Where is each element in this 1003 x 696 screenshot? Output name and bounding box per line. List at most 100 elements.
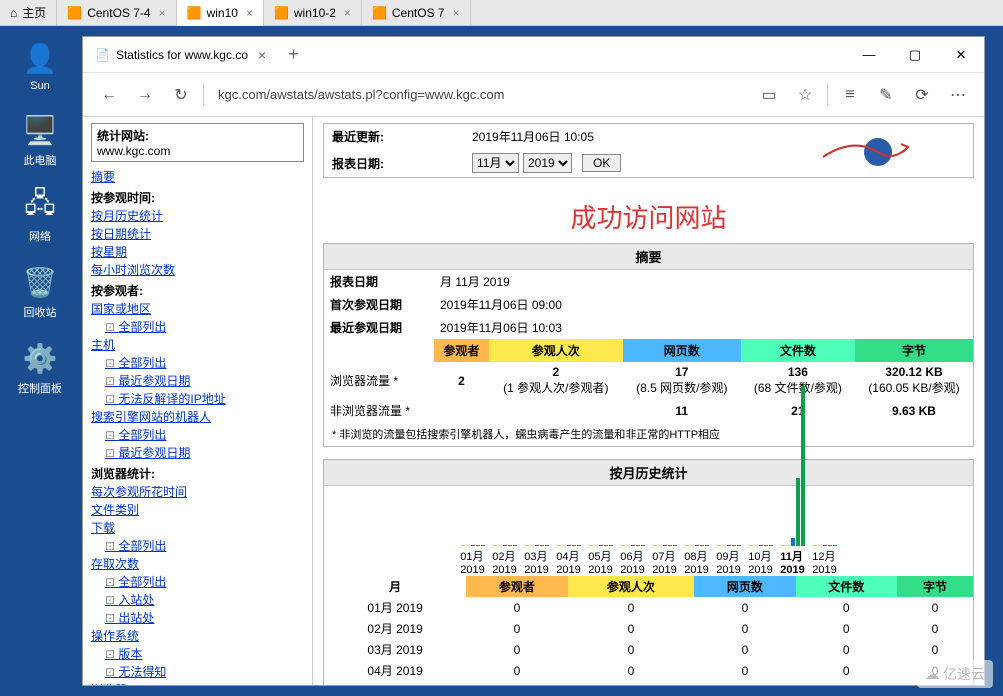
vm-tab-label: 主页 (22, 4, 46, 21)
nav-sublink[interactable]: 无法得知 (105, 663, 304, 680)
desktop-icon-user[interactable]: 👤Sun (10, 40, 70, 92)
url-bar[interactable] (218, 81, 741, 109)
nav-link[interactable]: 每次参观所花时间 (91, 483, 304, 500)
nav-link[interactable]: 国家或地区 (91, 300, 304, 317)
last-update-label: 最近更新: (332, 128, 472, 145)
table-row: 04月 201900000 (324, 660, 973, 681)
nav-link[interactable]: 按星期 (91, 243, 304, 260)
table-row: 02月 201900000 (324, 618, 973, 639)
month-label: 12月2019 (812, 548, 836, 576)
info-value: 2019年11月06日 10:03 (434, 316, 973, 339)
nav-sublink[interactable]: 全部列出 (105, 318, 304, 335)
close-icon[interactable]: × (159, 6, 166, 20)
nav-link[interactable]: 摘要 (91, 168, 304, 185)
desktop-icon-recycle[interactable]: 🗑️回收站 (10, 264, 70, 320)
nav-header: 按参观者: (91, 282, 304, 299)
nav-link[interactable]: 文件类别 (91, 501, 304, 518)
vm-tab[interactable]: 🟧win10-2× (264, 0, 362, 26)
nav-sublink[interactable]: 出站处 (105, 609, 304, 626)
nav-sublink[interactable]: 全部列出 (105, 354, 304, 371)
desktop-icon-pc[interactable]: 🖥️此电脑 (10, 112, 70, 168)
share-icon[interactable]: ⟳ (904, 77, 940, 113)
page-icon: 📄 (95, 48, 110, 62)
vm-tab[interactable]: 🟧 CentOS 7 × (362, 0, 471, 26)
close-button[interactable]: ✕ (938, 37, 984, 73)
vm-tab[interactable]: 🟧CentOS 7-4× (57, 0, 176, 26)
non-browser-traffic-label: 非浏览器流量 * (324, 399, 434, 422)
nav-header: 按参观时间: (91, 189, 304, 206)
close-icon[interactable]: × (453, 6, 460, 20)
table-row: 01月 201900000 (324, 597, 973, 618)
site-url: www.kgc.com (97, 144, 298, 158)
vm-tab-icon: 🟧 (187, 6, 202, 20)
nav-link[interactable]: 下载 (91, 519, 304, 536)
nav-sublink[interactable]: 无法反解译的IP地址 (105, 390, 304, 407)
nav-sublink[interactable]: 最近参观日期 (105, 444, 304, 461)
close-icon[interactable]: × (246, 6, 253, 20)
desktop-icon-network[interactable]: 🖧网络 (10, 188, 70, 244)
header-files: 文件数 (741, 339, 855, 362)
desktop-icon-label: 控制面板 (18, 380, 62, 396)
header-visits: 参观人次 (489, 339, 623, 362)
table-row: 03月 201900000 (324, 639, 973, 660)
nav-sublink[interactable]: 全部列出 (105, 573, 304, 590)
more-icon[interactable]: ⋯ (940, 77, 976, 113)
nav-link[interactable]: 存取次数 (91, 555, 304, 572)
nav-sublink[interactable]: 版本 (105, 645, 304, 662)
awstats-sidebar: 统计网站: www.kgc.com 摘要按参观时间:按月历史统计按日期统计按星期… (83, 117, 313, 685)
month-label: 07月2019 (652, 548, 676, 576)
vm-tab-icon: ⌂ (10, 6, 17, 20)
refresh-button[interactable]: ↻ (163, 77, 199, 113)
vm-tab-label: CentOS 7 (392, 6, 445, 20)
vm-tab-icon: 🟧 (372, 6, 387, 20)
new-tab-button[interactable]: + (278, 44, 309, 65)
nav-link[interactable]: 按日期统计 (91, 225, 304, 242)
notes-icon[interactable]: ✎ (868, 77, 904, 113)
info-value: 2019年11月06日 09:00 (434, 293, 973, 316)
reading-icon[interactable]: ▭ (751, 77, 787, 113)
forward-button[interactable]: → (127, 77, 163, 113)
back-button[interactable]: ← (91, 77, 127, 113)
tab-close-icon[interactable]: × (258, 47, 266, 63)
favorite-icon[interactable]: ☆ (787, 77, 823, 113)
nav-link[interactable]: 浏览器 (91, 681, 304, 685)
month-select[interactable]: 11月 (472, 153, 519, 173)
close-icon[interactable]: × (344, 6, 351, 20)
tab-title: Statistics for www.kgc.co (116, 48, 248, 62)
awstats-logo (813, 132, 913, 177)
nav-link[interactable]: 主机 (91, 336, 304, 353)
nav-header: 浏览器统计: (91, 465, 304, 482)
minimize-button[interactable]: — (846, 37, 892, 73)
nav-sublink[interactable]: 最近参观日期 (105, 372, 304, 389)
table-row: 05月 201900000 (324, 681, 973, 685)
info-label: 报表日期 (324, 270, 434, 293)
vm-tab-label: win10-2 (294, 6, 336, 20)
nav-link[interactable]: 按月历史统计 (91, 207, 304, 224)
vm-tab[interactable]: ⌂ 主页 (0, 0, 57, 26)
nav-sublink[interactable]: 全部列出 (105, 537, 304, 554)
nav-link[interactable]: 操作系统 (91, 627, 304, 644)
year-select[interactable]: 2019 (523, 153, 572, 173)
browser-toolbar: ← → ↻ ▭ ☆ ≡ ✎ ⟳ ⋯ (83, 73, 984, 117)
success-message: 成功访问网站 (323, 190, 974, 243)
month-label: 11月2019 (780, 548, 804, 576)
site-box: 统计网站: www.kgc.com (91, 123, 304, 162)
nav-sublink[interactable]: 全部列出 (105, 426, 304, 443)
vm-tab[interactable]: 🟧win10× (177, 0, 264, 26)
browser-titlebar: 📄 Statistics for www.kgc.co × + — ▢ ✕ (83, 37, 984, 73)
month-label: 03月2019 (524, 548, 548, 576)
hub-icon[interactable]: ≡ (832, 77, 868, 113)
maximize-button[interactable]: ▢ (892, 37, 938, 73)
desktop-icon-control[interactable]: ⚙️控制面板 (10, 340, 70, 396)
info-value: 月 11月 2019 (434, 270, 973, 293)
nav-link[interactable]: 每小时浏览次数 (91, 261, 304, 278)
recycle-icon: 🗑️ (22, 264, 58, 300)
nav-sublink[interactable]: 入站处 (105, 591, 304, 608)
month-label: 09月2019 (716, 548, 740, 576)
watermark: ☁ 亿速云 (917, 660, 993, 688)
ok-button[interactable]: OK (582, 154, 621, 172)
nav-link[interactable]: 搜索引擎网站的机器人 (91, 408, 304, 425)
browser-tab[interactable]: 📄 Statistics for www.kgc.co × (83, 37, 278, 72)
month-label: 01月2019 (460, 548, 484, 576)
month-label: 10月2019 (748, 548, 772, 576)
